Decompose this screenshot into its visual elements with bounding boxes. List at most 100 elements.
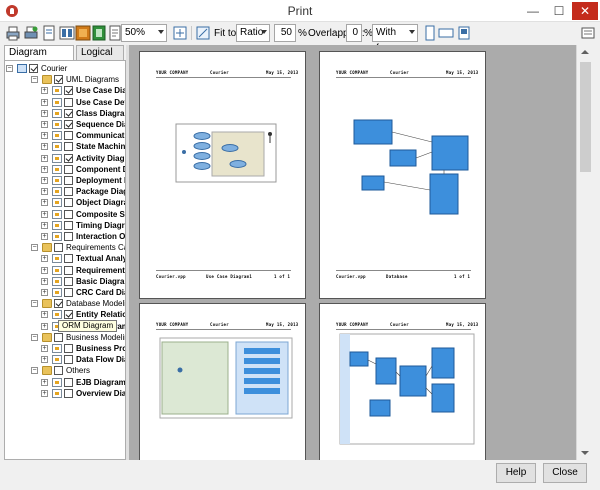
expand-icon[interactable]: + bbox=[41, 177, 48, 184]
export-icon[interactable] bbox=[91, 25, 107, 41]
tree-item[interactable]: − Business Modeling bbox=[5, 332, 125, 343]
print-page[interactable]: YOUR COMPANY Courier May 15, 2013 Courier.v… bbox=[139, 51, 306, 299]
tree-item[interactable]: + Use Case Details bbox=[5, 97, 125, 108]
expand-icon[interactable]: + bbox=[41, 289, 48, 296]
collapse-icon[interactable]: − bbox=[31, 300, 38, 308]
tree-item-checkbox[interactable] bbox=[64, 388, 73, 398]
tree-item[interactable]: + Sequence Diagra bbox=[5, 119, 125, 130]
expand-icon[interactable]: + bbox=[41, 311, 48, 319]
print-page[interactable]: YOUR COMPANY Courier May 15, 2013 bbox=[139, 303, 306, 460]
tree-item-checkbox[interactable] bbox=[64, 377, 73, 387]
settings-icon[interactable] bbox=[580, 25, 596, 41]
page-setup-icon[interactable] bbox=[41, 25, 57, 41]
color-mode-icon[interactable] bbox=[75, 25, 91, 41]
tree-item-checkbox[interactable] bbox=[64, 97, 73, 107]
expand-icon[interactable]: + bbox=[41, 345, 48, 352]
tree-item[interactable]: + Timing Diagram ( bbox=[5, 220, 125, 231]
print-icon[interactable] bbox=[5, 25, 21, 41]
tree-item-checkbox[interactable] bbox=[54, 366, 63, 376]
scrollbar-thumb[interactable] bbox=[580, 62, 591, 172]
expand-icon[interactable]: + bbox=[41, 255, 48, 263]
expand-icon[interactable]: + bbox=[41, 188, 48, 196]
tree-item-checkbox[interactable] bbox=[54, 299, 63, 309]
tree-item-checkbox[interactable] bbox=[64, 176, 73, 185]
tree-item[interactable]: + Communication D bbox=[5, 130, 125, 141]
tree-item-checkbox[interactable] bbox=[64, 220, 73, 230]
tree-item[interactable]: + Activity Diagram bbox=[5, 153, 125, 164]
expand-icon[interactable]: + bbox=[41, 277, 48, 285]
tree-item[interactable]: + Data Flow Diagra bbox=[5, 354, 125, 365]
tree-item[interactable]: + Deployment Diag bbox=[5, 175, 125, 186]
print-page[interactable]: YOUR COMPANY Courier May 15, 2013 bbox=[319, 303, 486, 460]
preview-scrollbar[interactable] bbox=[576, 45, 593, 460]
minimize-button[interactable]: — bbox=[520, 2, 546, 20]
tree-item-checkbox[interactable] bbox=[64, 108, 73, 118]
scroll-up-icon[interactable] bbox=[581, 50, 589, 54]
layout-icon[interactable] bbox=[59, 25, 75, 41]
print-all-icon[interactable] bbox=[23, 25, 39, 41]
tree-item[interactable]: + Basic Diagram (2 bbox=[5, 276, 125, 287]
tree-item[interactable]: − Requirements Capturing bbox=[5, 242, 125, 253]
expand-icon[interactable]: + bbox=[41, 233, 48, 240]
expand-icon[interactable]: + bbox=[41, 266, 48, 274]
tree-item[interactable]: + Textual Analysis bbox=[5, 253, 125, 264]
tree-item[interactable]: + Class Diagram (4 bbox=[5, 108, 125, 119]
tree-item-checkbox[interactable] bbox=[64, 265, 73, 275]
tree-item-checkbox[interactable] bbox=[29, 64, 38, 73]
print-page[interactable]: YOUR COMPANY Courier May 15, 2013 Courier.v… bbox=[319, 51, 486, 299]
tree-item-checkbox[interactable] bbox=[64, 198, 73, 208]
landscape-icon[interactable] bbox=[438, 25, 454, 41]
collapse-icon[interactable]: − bbox=[31, 333, 38, 341]
tree-item[interactable]: + Component Diagr bbox=[5, 164, 125, 175]
tree-item[interactable]: + Requirement Diag bbox=[5, 265, 125, 276]
maximize-button[interactable]: ☐ bbox=[546, 2, 572, 20]
tree-item[interactable]: − Others bbox=[5, 365, 125, 376]
expand-icon[interactable]: + bbox=[41, 109, 48, 117]
fit-page-icon[interactable] bbox=[172, 25, 188, 41]
tree-item-checkbox[interactable] bbox=[64, 164, 73, 174]
tree-item[interactable]: + Business Process bbox=[5, 343, 125, 354]
zoom-select[interactable]: 50% bbox=[121, 24, 167, 42]
tree-item[interactable]: + EJB Diagram (1) bbox=[5, 377, 125, 388]
overlapping-input[interactable]: 0 bbox=[346, 24, 362, 42]
expand-icon[interactable]: + bbox=[41, 143, 48, 151]
single-page-icon[interactable] bbox=[456, 25, 472, 41]
tree-item[interactable]: + Object Diagram ( bbox=[5, 197, 125, 208]
expand-icon[interactable]: + bbox=[41, 165, 48, 173]
expand-icon[interactable]: + bbox=[41, 356, 48, 364]
tree-item[interactable]: + CRC Card Diagram bbox=[5, 287, 125, 298]
tree-item-checkbox[interactable] bbox=[64, 276, 73, 286]
collapse-icon[interactable]: − bbox=[31, 76, 38, 84]
tree-item-checkbox[interactable] bbox=[64, 232, 73, 241]
tree-item-checkbox[interactable] bbox=[64, 288, 73, 297]
tree-item-checkbox[interactable] bbox=[64, 142, 73, 152]
diagram-tree[interactable]: −Courier−UML Diagrams+Use Case Diagram+U… bbox=[4, 60, 126, 460]
tree-item[interactable]: + Interaction Overv bbox=[5, 231, 125, 242]
tree-item[interactable]: + Package Diagram bbox=[5, 186, 125, 197]
expand-icon[interactable]: + bbox=[41, 199, 48, 207]
tree-item-checkbox[interactable] bbox=[64, 355, 73, 365]
tree-item[interactable]: + Entity Relationsh bbox=[5, 309, 125, 320]
tree-item-checkbox[interactable] bbox=[64, 131, 73, 141]
tree-item-checkbox[interactable] bbox=[64, 209, 73, 219]
ratio-input[interactable]: 50 bbox=[274, 24, 296, 42]
tree-item[interactable]: + Overview Diagram bbox=[5, 388, 125, 399]
expand-icon[interactable]: + bbox=[41, 322, 48, 330]
expand-icon[interactable]: + bbox=[41, 87, 48, 95]
tree-item[interactable]: + Use Case Diagram bbox=[5, 85, 125, 96]
tree-item-checkbox[interactable] bbox=[64, 153, 73, 163]
tree-item-checkbox[interactable] bbox=[64, 187, 73, 197]
tree-item-checkbox[interactable] bbox=[54, 243, 63, 253]
close-button[interactable]: Close bbox=[543, 463, 587, 483]
tree-item-checkbox[interactable] bbox=[64, 254, 73, 264]
tree-item[interactable]: + State Machine Di bbox=[5, 141, 125, 152]
tree-item-checkbox[interactable] bbox=[54, 75, 63, 85]
collapse-icon[interactable]: − bbox=[31, 244, 38, 252]
expand-icon[interactable]: + bbox=[41, 98, 48, 106]
tree-item-checkbox[interactable] bbox=[64, 86, 73, 96]
scroll-down-icon[interactable] bbox=[581, 451, 589, 455]
help-button[interactable]: Help bbox=[496, 463, 536, 483]
tree-item-checkbox[interactable] bbox=[64, 120, 73, 129]
close-window-button[interactable]: ✕ bbox=[572, 2, 598, 20]
expand-icon[interactable]: + bbox=[41, 132, 48, 140]
